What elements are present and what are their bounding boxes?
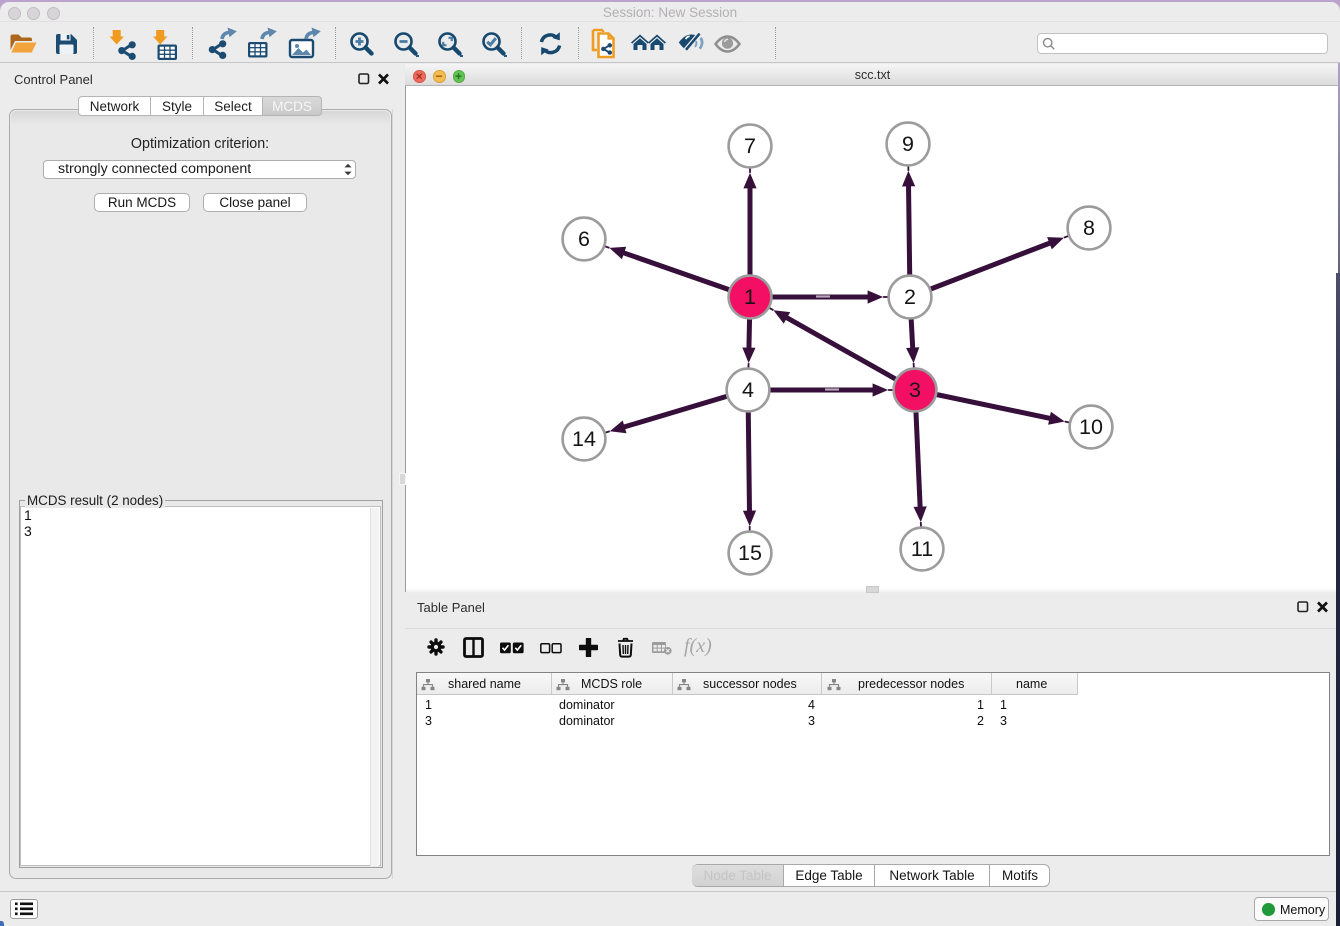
svg-text:2: 2 [904,285,916,309]
svg-text:7: 7 [744,134,756,158]
svg-text:10: 10 [1079,415,1103,439]
svg-text:3: 3 [909,378,921,402]
svg-text:14: 14 [572,427,596,451]
svg-text:8: 8 [1083,216,1095,240]
svg-text:4: 4 [742,378,754,402]
svg-text:15: 15 [738,541,762,565]
svg-text:9: 9 [902,132,914,156]
svg-text:6: 6 [578,227,590,251]
svg-text:1: 1 [744,285,756,309]
svg-text:11: 11 [911,537,933,561]
